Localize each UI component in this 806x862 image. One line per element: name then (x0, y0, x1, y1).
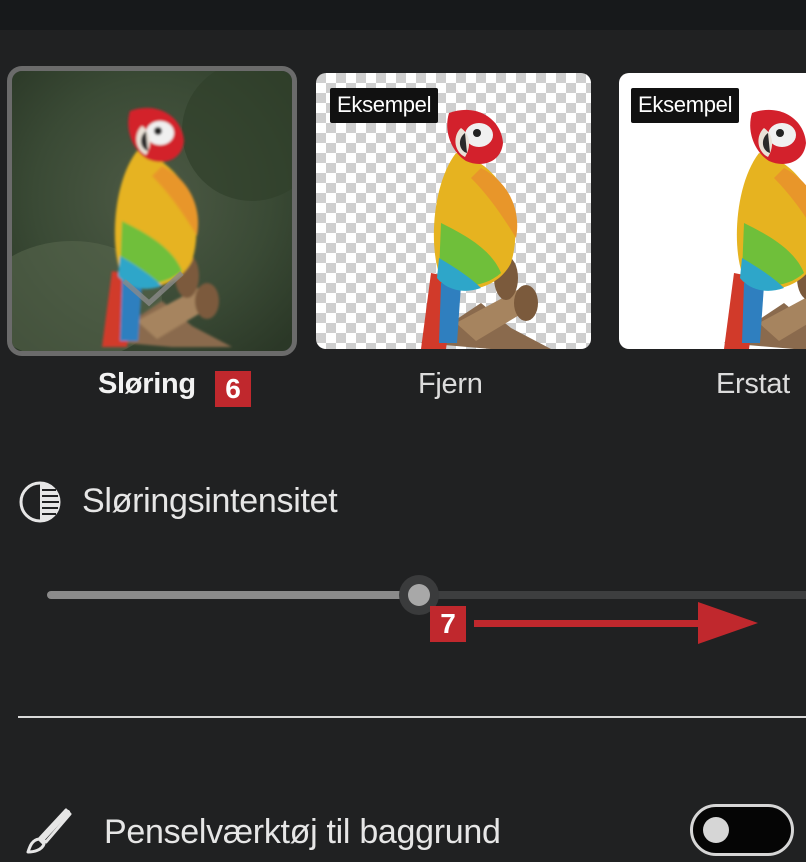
contrast-half-circle-icon (19, 481, 61, 523)
brush-tool-toggle[interactable] (690, 804, 794, 856)
option-remove-thumbnail[interactable]: Eksempel (316, 73, 591, 349)
example-badge: Eksempel (330, 88, 439, 123)
callout-number-6: 6 (215, 371, 251, 407)
parrot-blurred-image (12, 71, 292, 351)
toggle-knob (703, 817, 729, 843)
option-remove-label[interactable]: Fjern (418, 368, 483, 401)
slider-track-empty (418, 591, 806, 599)
option-blur-thumbnail[interactable] (7, 66, 297, 356)
section-divider (18, 716, 806, 718)
blur-intensity-label: Sløringsintensitet (82, 482, 338, 520)
example-badge: Eksempel (631, 88, 740, 123)
paintbrush-icon (26, 808, 72, 854)
option-replace-label[interactable]: Erstat (716, 368, 790, 401)
brush-tool-label: Penselværktøj til baggrund (104, 813, 501, 851)
top-toolbar (0, 0, 806, 30)
right-arrow-icon (474, 602, 758, 644)
option-replace-thumbnail[interactable]: Eksempel (619, 73, 806, 349)
callout-number-7: 7 (430, 606, 466, 642)
slider-track-filled (47, 591, 419, 599)
option-blur-label[interactable]: Sløring (98, 368, 196, 401)
